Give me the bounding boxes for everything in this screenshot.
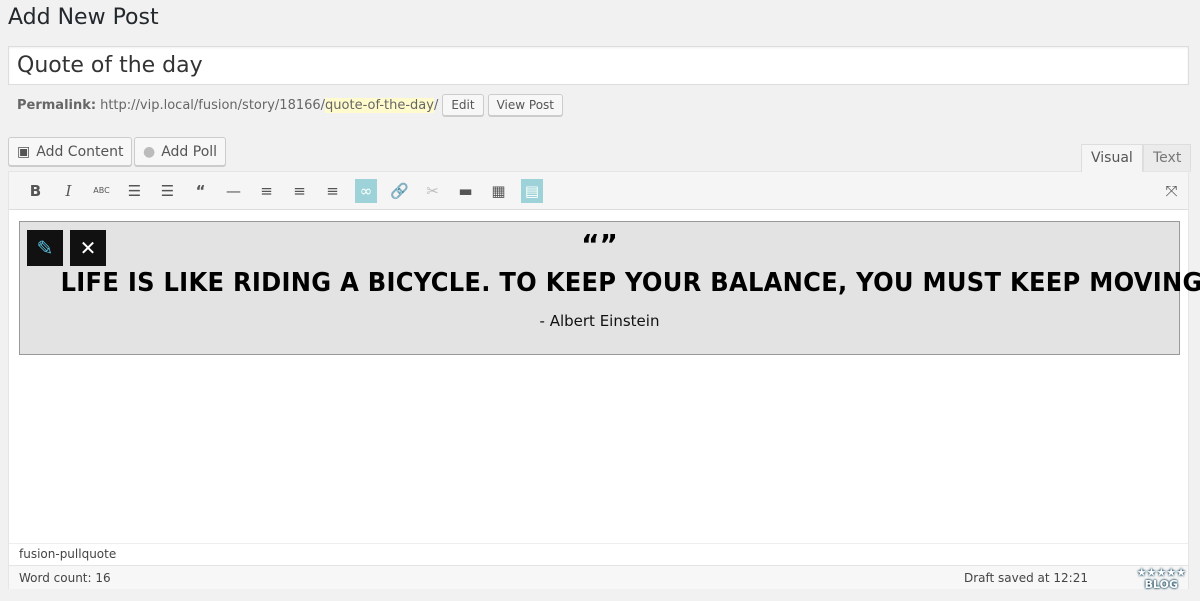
strikethrough-icon[interactable]: ABC xyxy=(85,179,118,203)
word-count: Word count: 16 xyxy=(19,571,111,585)
italic-icon[interactable]: I xyxy=(52,179,85,203)
editor[interactable]: B I ABC ☰ ☰ “ — ≡ ≡ ≡ ∞ 🔗 ✂ ▬ ▦ ▤ ⤧ ✎ ✕ … xyxy=(8,171,1200,589)
permalink: Permalink: http://vip.local/fusion/story… xyxy=(17,94,563,116)
add-content-icon: ▣ xyxy=(17,143,31,160)
align-center-icon[interactable]: ≡ xyxy=(283,179,316,203)
element-path: fusion-pullquote xyxy=(9,543,1188,565)
tab-text[interactable]: Text xyxy=(1143,144,1192,172)
toolbar-toggle-icon[interactable]: ▦ xyxy=(482,179,515,203)
edit-permalink-button[interactable]: Edit xyxy=(442,94,484,116)
pullquote-block[interactable]: ✎ ✕ “” LIFE IS LIKE RIDING A BICYCLE. TO… xyxy=(19,221,1200,355)
editor-toolbar: B I ABC ☰ ☰ “ — ≡ ≡ ≡ ∞ 🔗 ✂ ▬ ▦ ▤ ⤧ xyxy=(9,172,1188,210)
status-bar: Word count: 16 Draft saved at 12:21 xyxy=(9,565,1188,589)
horizontal-line-icon[interactable]: — xyxy=(217,179,250,203)
permalink-trail: / xyxy=(433,97,439,113)
bold-icon[interactable]: B xyxy=(19,179,52,203)
permalink-base: http://vip.local/fusion/story/18166/ xyxy=(100,97,326,113)
permalink-label: Permalink: xyxy=(17,97,97,113)
add-poll-label: Add Poll xyxy=(161,143,218,160)
close-icon[interactable]: ✕ xyxy=(70,230,106,266)
read-more-icon[interactable]: ▬ xyxy=(449,179,482,203)
permalink-slug[interactable]: quote-of-the-day xyxy=(325,97,434,113)
numbered-list-icon[interactable]: ☰ xyxy=(151,179,184,203)
align-left-icon[interactable]: ≡ xyxy=(250,179,283,203)
align-right-icon[interactable]: ≡ xyxy=(316,179,349,203)
layout-icon[interactable]: ▤ xyxy=(521,178,543,203)
watermark-logo: ★★★★★ BLOG xyxy=(1136,566,1186,591)
draft-status: Draft saved at 12:21 xyxy=(963,571,1088,585)
unlink-icon[interactable]: ✂ xyxy=(416,179,449,203)
pullquote-icon[interactable]: ∞ xyxy=(355,178,377,203)
post-title-input[interactable]: Quote of the day xyxy=(8,46,1189,85)
bulleted-list-icon[interactable]: ☰ xyxy=(118,179,151,203)
view-post-button[interactable]: View Post xyxy=(487,94,563,116)
blockquote-icon[interactable]: “ xyxy=(184,179,217,203)
add-content-label: Add Content xyxy=(36,143,124,160)
quote-marks: “” xyxy=(581,228,618,261)
add-content-button[interactable]: ▣ Add Content xyxy=(8,137,133,166)
edit-pencil-icon[interactable]: ✎ xyxy=(27,230,63,266)
quote-author: - Albert Einstein xyxy=(539,312,660,330)
link-icon[interactable]: 🔗 xyxy=(383,179,416,203)
quote-text: LIFE IS LIKE RIDING A BICYCLE. TO KEEP Y… xyxy=(60,268,1200,298)
tab-visual[interactable]: Visual xyxy=(1081,144,1143,172)
poll-icon: ● xyxy=(143,143,156,160)
fullscreen-icon[interactable]: ⤧ xyxy=(1155,179,1188,203)
add-poll-button[interactable]: ● Add Poll xyxy=(134,137,227,166)
page-title: Add New Post xyxy=(8,5,159,30)
